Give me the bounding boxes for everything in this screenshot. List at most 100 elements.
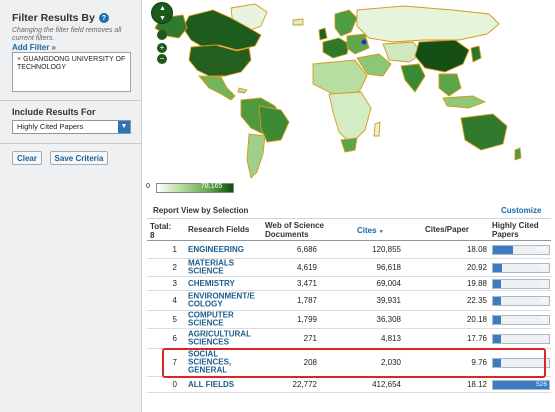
row-field-link[interactable]: CHEMISTRY <box>188 278 260 287</box>
row-rank: 4 <box>172 295 177 305</box>
row-cites: 120,855 <box>372 244 401 254</box>
table-row: 6 AGRICULTURAL SCIENCES 271 4,813 17.76 … <box>147 329 551 349</box>
hcp-bar-fill <box>493 358 501 367</box>
row-field-link[interactable]: MATERIALS SCIENCE <box>188 258 260 276</box>
map-region <box>514 147 522 161</box>
map-region <box>356 5 500 43</box>
hcp-bar-label: 62 <box>539 315 547 323</box>
map-region <box>237 87 248 94</box>
sort-desc-icon[interactable]: ▼ <box>379 229 384 235</box>
row-cites: 4,813 <box>380 333 401 343</box>
map-region <box>470 45 482 63</box>
row-docs: 1,787 <box>296 295 317 305</box>
row-cites: 69,004 <box>376 278 401 288</box>
map-region <box>312 59 368 95</box>
hcp-bar: 526 <box>492 379 550 390</box>
table-row: 2 MATERIALS SCIENCE 4,619 96,618 20.92 8… <box>147 258 551 277</box>
report-divider <box>147 218 551 219</box>
zoom-out-icon[interactable]: − <box>157 54 167 64</box>
hcp-bar: 74 <box>492 278 550 289</box>
map-region <box>340 137 358 153</box>
row-field-link[interactable]: COMPUTER SCIENCE <box>188 310 260 328</box>
customize-link[interactable]: Customize <box>501 206 541 215</box>
row-cites-per-paper: 18.12 <box>466 379 487 389</box>
map-region <box>438 73 462 97</box>
hcp-bar-fill <box>493 296 501 305</box>
include-results-title: Include Results For <box>12 107 96 117</box>
table-row: 1 ENGINEERING 6,686 120,855 18.08 190 <box>147 241 551 259</box>
row-docs: 6,686 <box>296 244 317 254</box>
filter-results-label: Filter Results By <box>12 12 95 24</box>
row-cites: 2,030 <box>380 357 401 367</box>
filter-results-title: Filter Results By ? <box>12 12 109 24</box>
research-fields-header[interactable]: Research Fields <box>188 225 249 235</box>
row-cites-per-paper: 9.76 <box>471 357 487 367</box>
include-results-select[interactable]: Highly Cited Papers ▼ <box>12 120 131 134</box>
table-row: 3 CHEMISTRY 3,471 69,004 19.88 74 <box>147 277 551 291</box>
row-rank: 1 <box>172 244 177 254</box>
hcp-bar-label: 74 <box>539 279 547 287</box>
row-cites-per-paper: 19.88 <box>466 278 487 288</box>
hcp-bar-fill <box>493 245 514 254</box>
save-criteria-button[interactable]: Save Criteria <box>50 151 108 165</box>
hcp-bar-label: 89 <box>539 263 547 271</box>
highly-cited-header[interactable]: Highly Cited Papers <box>492 221 548 240</box>
row-field-link[interactable]: SOCIAL SCIENCES, GENERAL <box>188 349 246 375</box>
row-cites-per-paper: 18.08 <box>466 244 487 254</box>
hcp-bar: 7 <box>492 357 550 368</box>
wos-documents-header[interactable]: Web of Science Documents <box>265 221 331 240</box>
filter-sidebar: Filter Results By ? Changing the filter … <box>0 0 142 412</box>
report-title: Report View by Selection <box>153 206 249 215</box>
table-row: 5 COMPUTER SCIENCE 1,799 36,308 20.18 62 <box>147 310 551 329</box>
help-icon[interactable]: ? <box>98 13 109 23</box>
chevron-down-icon[interactable]: ▼ <box>118 121 130 133</box>
hcp-bar: 43 <box>492 295 550 306</box>
zoom-in-icon[interactable]: + <box>157 43 167 53</box>
cites-header-label[interactable]: Cites <box>357 226 377 235</box>
row-field-link[interactable]: AGRICULTURAL SCIENCES <box>188 329 260 347</box>
sidebar-divider <box>0 143 142 144</box>
row-docs: 22,772 <box>292 379 317 389</box>
world-map[interactable]: ▲ ▼ + − <box>143 0 555 196</box>
hcp-bar-fill <box>493 279 501 288</box>
hcp-bar: 7 <box>492 333 550 344</box>
row-field-link[interactable]: ENVIRONMENT/ECOLOGY <box>188 291 260 309</box>
arrow-up-icon[interactable]: ▲ <box>159 5 166 12</box>
add-filter-link[interactable]: Add Filter » <box>12 43 56 52</box>
clear-button[interactable]: Clear <box>12 151 42 165</box>
map-region <box>334 9 358 37</box>
row-docs: 271 <box>303 333 317 343</box>
include-results-value: Highly Cited Papers <box>17 122 84 131</box>
cites-per-paper-header[interactable]: Cites/Paper <box>425 225 469 235</box>
row-cites-per-paper: 20.18 <box>466 314 487 324</box>
map-region <box>328 91 372 145</box>
row-field-link[interactable]: ALL FIELDS <box>188 379 260 388</box>
cites-header[interactable]: Cites ▼ <box>357 226 384 236</box>
table-row: 7 SOCIAL SCIENCES, GENERAL 208 2,030 9.7… <box>147 349 551 377</box>
row-cites-per-paper: 17.76 <box>466 333 487 343</box>
hcp-bar: 89 <box>492 262 550 273</box>
row-docs: 1,799 <box>296 314 317 324</box>
hcp-bar-label: 7 <box>543 334 547 342</box>
remove-filter-icon[interactable]: × <box>17 56 21 63</box>
row-cites-per-paper: 20.92 <box>466 262 487 272</box>
row-docs: 4,619 <box>296 262 317 272</box>
row-rank: 2 <box>172 262 177 272</box>
hcp-bar-fill <box>493 315 501 324</box>
row-docs: 208 <box>303 357 317 367</box>
active-filter-box: × GUANGDONG UNIVERSITY OF TECHNOLOGY <box>12 52 131 92</box>
map-region <box>442 95 486 109</box>
table-row: 4 ENVIRONMENT/ECOLOGY 1,787 39,931 22.35… <box>147 291 551 311</box>
map-region <box>198 75 236 101</box>
sidebar-divider <box>0 100 142 101</box>
hcp-bar: 190 <box>492 244 550 255</box>
map-region <box>460 113 508 151</box>
arrow-down-icon[interactable]: ▼ <box>159 15 166 22</box>
globe-icon[interactable] <box>157 30 167 40</box>
table-row: 0 ALL FIELDS 22,772 412,654 18.12 526 <box>147 377 551 393</box>
row-field-link[interactable]: ENGINEERING <box>188 244 260 253</box>
hcp-bar-label: 526 <box>536 380 547 388</box>
map-pan-control[interactable]: ▲ ▼ <box>151 2 173 24</box>
hcp-bar-label: 190 <box>536 245 547 253</box>
map-region <box>414 39 470 73</box>
